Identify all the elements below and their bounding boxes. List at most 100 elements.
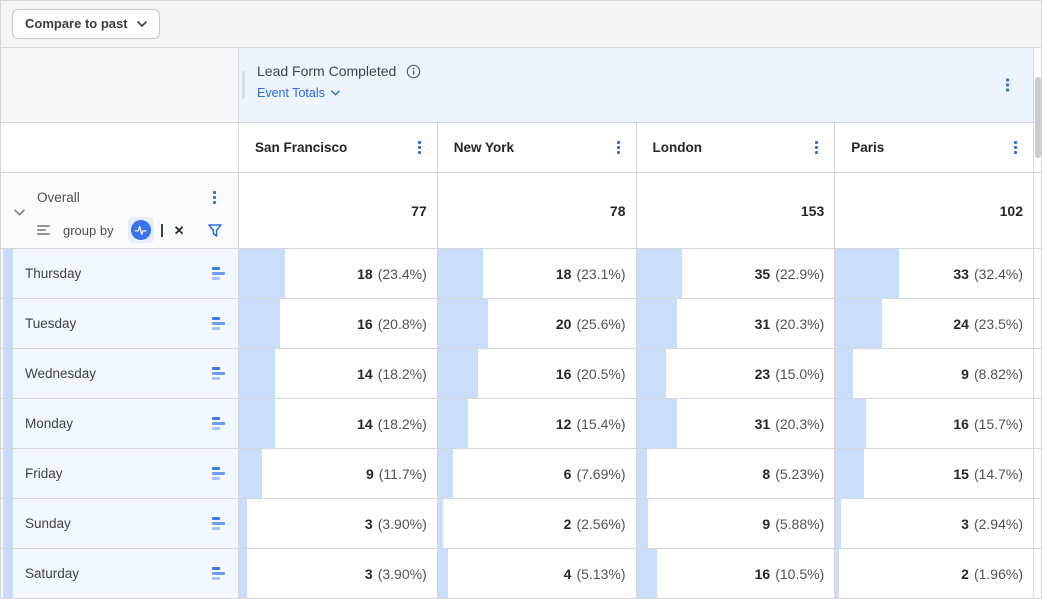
value-cell[interactable]: 14 (18.2%) bbox=[239, 349, 438, 399]
distribution-bars-icon[interactable] bbox=[212, 267, 225, 280]
filter-funnel-icon[interactable] bbox=[208, 224, 222, 237]
column-menu-kebab-icon[interactable] bbox=[1010, 137, 1021, 158]
row-label: Friday bbox=[25, 466, 63, 481]
value-bar bbox=[438, 549, 448, 598]
value-cell[interactable]: 23 (15.0%) bbox=[637, 349, 836, 399]
value-cell[interactable]: 16 (15.7%) bbox=[835, 399, 1034, 449]
value-cell[interactable]: 18 (23.4%) bbox=[239, 249, 438, 299]
row-label-cell[interactable]: Thursday bbox=[1, 249, 239, 299]
row-label-cell[interactable]: Tuesday bbox=[1, 299, 239, 349]
overall-menu-kebab-icon[interactable] bbox=[209, 187, 220, 208]
table-row: Monday 14 (18.2%) 12 (15.4%) 31 (20.3%) … bbox=[1, 399, 1042, 449]
row-label-cell[interactable]: Sunday bbox=[1, 499, 239, 549]
column-header-cell[interactable]: Paris bbox=[835, 123, 1034, 173]
value-cell[interactable]: 3 (2.94%) bbox=[835, 499, 1034, 549]
row-label: Tuesday bbox=[25, 316, 76, 331]
percent-value: (20.8%) bbox=[378, 316, 427, 332]
metric-selector-label: Event Totals bbox=[257, 86, 325, 100]
value-cell[interactable]: 12 (15.4%) bbox=[438, 399, 637, 449]
scrollbar-gutter bbox=[1034, 399, 1042, 449]
value-cell[interactable]: 9 (8.82%) bbox=[835, 349, 1034, 399]
value-cell[interactable]: 16 (10.5%) bbox=[637, 549, 836, 599]
collapse-chevron-down-icon[interactable] bbox=[14, 209, 25, 216]
overall-total-value: 153 bbox=[801, 203, 824, 219]
value-bar bbox=[239, 449, 262, 498]
column-header-row: San Francisco New York London Paris bbox=[1, 123, 1042, 173]
scrollbar-gutter bbox=[1034, 499, 1042, 549]
value-cell[interactable]: 4 (5.13%) bbox=[438, 549, 637, 599]
value-cell[interactable]: 15 (14.7%) bbox=[835, 449, 1034, 499]
overall-total-cell[interactable]: 77 bbox=[239, 173, 438, 249]
value-bar bbox=[438, 449, 453, 498]
value-cell[interactable]: 16 (20.8%) bbox=[239, 299, 438, 349]
remove-group-by-close-icon[interactable]: ✕ bbox=[174, 224, 185, 237]
count-value: 15 bbox=[953, 466, 969, 482]
value-cell[interactable]: 3 (3.90%) bbox=[239, 549, 438, 599]
value-cell[interactable]: 14 (18.2%) bbox=[239, 399, 438, 449]
count-value: 6 bbox=[564, 466, 572, 482]
row-label: Thursday bbox=[25, 266, 81, 281]
value-cell[interactable]: 3 (3.90%) bbox=[239, 499, 438, 549]
overall-total-cell[interactable]: 153 bbox=[637, 173, 836, 249]
row-label-cell[interactable]: Saturday bbox=[1, 549, 239, 599]
column-header-cell[interactable]: New York bbox=[438, 123, 637, 173]
column-resize-handle[interactable] bbox=[242, 71, 245, 99]
count-value: 31 bbox=[755, 416, 771, 432]
value-bar bbox=[239, 549, 247, 598]
value-cell[interactable]: 33 (32.4%) bbox=[835, 249, 1034, 299]
column-menu-kebab-icon[interactable] bbox=[414, 137, 425, 158]
value-cell[interactable]: 9 (5.88%) bbox=[637, 499, 836, 549]
row-label-cell[interactable]: Monday bbox=[1, 399, 239, 449]
column-header-cell[interactable]: London bbox=[637, 123, 836, 173]
percent-value: (3.90%) bbox=[378, 516, 427, 532]
distribution-bars-icon[interactable] bbox=[212, 467, 225, 480]
value-bar bbox=[637, 449, 647, 498]
value-bar bbox=[835, 399, 866, 448]
info-circle-icon[interactable] bbox=[406, 64, 421, 79]
count-value: 23 bbox=[755, 366, 771, 382]
amplitude-property-icon bbox=[131, 220, 151, 240]
metric-selector[interactable]: Event Totals bbox=[257, 86, 340, 100]
value-cell[interactable]: 24 (23.5%) bbox=[835, 299, 1034, 349]
event-menu-kebab-icon[interactable] bbox=[1002, 75, 1013, 96]
overall-total-cell[interactable]: 102 bbox=[835, 173, 1034, 249]
value-cell[interactable]: 2 (2.56%) bbox=[438, 499, 637, 549]
value-cell[interactable]: 35 (22.9%) bbox=[637, 249, 836, 299]
column-header-cell[interactable]: San Francisco bbox=[239, 123, 438, 173]
group-by-property-chip[interactable] bbox=[128, 217, 154, 243]
distribution-bars-icon[interactable] bbox=[212, 517, 225, 530]
scrollbar-gutter bbox=[1034, 299, 1042, 349]
overall-row: Overall group by ✕ bbox=[1, 173, 1042, 249]
distribution-bars-icon[interactable] bbox=[212, 367, 225, 380]
column-menu-kebab-icon[interactable] bbox=[613, 137, 624, 158]
value-cell[interactable]: 9 (11.7%) bbox=[239, 449, 438, 499]
vertical-scrollbar-thumb[interactable] bbox=[1035, 77, 1041, 158]
column-menu-kebab-icon[interactable] bbox=[811, 137, 822, 158]
value-cell[interactable]: 2 (1.96%) bbox=[835, 549, 1034, 599]
count-value: 24 bbox=[953, 316, 969, 332]
overall-total-cell[interactable]: 78 bbox=[438, 173, 637, 249]
count-value: 2 bbox=[961, 566, 969, 582]
distribution-bars-icon[interactable] bbox=[212, 567, 225, 580]
distribution-bars-icon[interactable] bbox=[212, 417, 225, 430]
percent-value: (20.3%) bbox=[775, 416, 824, 432]
row-label-cell[interactable]: Wednesday bbox=[1, 349, 239, 399]
value-cell[interactable]: 20 (25.6%) bbox=[438, 299, 637, 349]
value-cell[interactable]: 6 (7.69%) bbox=[438, 449, 637, 499]
percent-value: (20.5%) bbox=[576, 366, 625, 382]
value-cell[interactable]: 16 (20.5%) bbox=[438, 349, 637, 399]
count-value: 31 bbox=[755, 316, 771, 332]
row-accent-stripe bbox=[3, 449, 13, 498]
row-label-cell[interactable]: Friday bbox=[1, 449, 239, 499]
percent-value: (14.7%) bbox=[974, 466, 1023, 482]
distribution-bars-icon[interactable] bbox=[212, 317, 225, 330]
value-cell[interactable]: 18 (23.1%) bbox=[438, 249, 637, 299]
value-cell[interactable]: 8 (5.23%) bbox=[637, 449, 836, 499]
value-cell[interactable]: 31 (20.3%) bbox=[637, 399, 836, 449]
value-bar bbox=[438, 399, 468, 448]
row-accent-stripe bbox=[3, 299, 13, 348]
count-value: 35 bbox=[755, 266, 771, 282]
label-column-spacer bbox=[1, 123, 239, 173]
value-cell[interactable]: 31 (20.3%) bbox=[637, 299, 836, 349]
compare-to-past-button[interactable]: Compare to past bbox=[12, 9, 160, 39]
